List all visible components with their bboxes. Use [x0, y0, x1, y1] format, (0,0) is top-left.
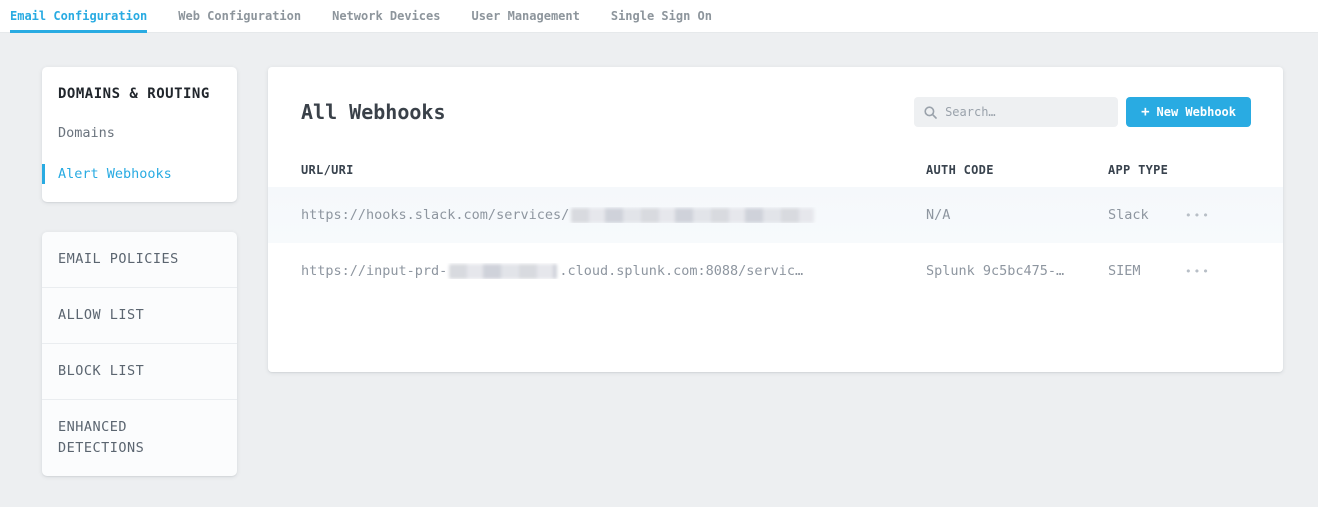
app-type-cell: Slack [1108, 207, 1185, 223]
sidebar-item-email-policies[interactable]: EMAIL POLICIES [42, 232, 237, 287]
new-webhook-button-label: New Webhook [1157, 105, 1236, 119]
tab-network-devices[interactable]: Network Devices [332, 0, 440, 32]
table-row: https://hooks.slack.com/services/ N/A Sl… [268, 187, 1283, 243]
redacted-url-segment [571, 208, 814, 223]
sidebar-item-allow-list[interactable]: ALLOW LIST [42, 287, 237, 343]
column-header-app-type: APP TYPE [1108, 163, 1185, 177]
webhook-url-suffix: .cloud.splunk.com:8088/servic… [559, 263, 803, 279]
search-input[interactable] [945, 105, 1108, 119]
table-header-row: URL/URI AUTH CODE APP TYPE [268, 153, 1283, 187]
sidebar-item-enhanced-detections[interactable]: ENHANCED DETECTIONS [42, 399, 237, 476]
auth-code-cell: Splunk 9c5bc475-… [926, 263, 1108, 279]
policies-card: EMAIL POLICIES ALLOW LIST BLOCK LIST ENH… [42, 232, 237, 476]
column-header-url: URL/URI [301, 163, 926, 177]
auth-code-cell: N/A [926, 207, 1108, 223]
search-icon [924, 106, 937, 119]
top-navigation: Email Configuration Web Configuration Ne… [0, 0, 1318, 33]
tab-email-configuration[interactable]: Email Configuration [10, 0, 147, 32]
new-webhook-button[interactable]: + New Webhook [1126, 97, 1251, 127]
sidebar-item-domains[interactable]: Domains [39, 123, 237, 143]
plus-icon: + [1141, 105, 1149, 119]
webhooks-header: All Webhooks + New Webhook [268, 67, 1283, 153]
webhooks-panel: All Webhooks + New Webhook URL/URI AUTH … [268, 67, 1283, 372]
domains-routing-card: DOMAINS & ROUTING Domains Alert Webhooks [42, 67, 237, 202]
tab-user-management[interactable]: User Management [471, 0, 579, 32]
redacted-url-segment [449, 264, 557, 279]
webhook-url-prefix: https://hooks.slack.com/services/ [301, 207, 569, 223]
page-body: DOMAINS & ROUTING Domains Alert Webhooks… [0, 33, 1318, 476]
sidebar-item-block-list[interactable]: BLOCK LIST [42, 343, 237, 399]
search-box [914, 97, 1118, 127]
webhook-url-cell: https://hooks.slack.com/services/ [301, 207, 926, 223]
row-actions-menu-icon[interactable]: ••• [1185, 209, 1249, 222]
tab-web-configuration[interactable]: Web Configuration [178, 0, 301, 32]
sidebar-item-alert-webhooks[interactable]: Alert Webhooks [42, 164, 237, 184]
webhook-url-prefix: https://input-prd- [301, 263, 447, 279]
app-type-cell: SIEM [1108, 263, 1185, 279]
domains-routing-title: DOMAINS & ROUTING [42, 86, 237, 102]
table-row: https://input-prd- .cloud.splunk.com:808… [268, 243, 1283, 299]
column-header-auth-code: AUTH CODE [926, 163, 1108, 177]
tab-single-sign-on[interactable]: Single Sign On [611, 0, 712, 32]
sidebar: DOMAINS & ROUTING Domains Alert Webhooks… [42, 67, 237, 476]
webhook-url-cell: https://input-prd- .cloud.splunk.com:808… [301, 263, 926, 279]
page-title: All Webhooks [301, 100, 914, 124]
row-actions-menu-icon[interactable]: ••• [1185, 265, 1249, 278]
